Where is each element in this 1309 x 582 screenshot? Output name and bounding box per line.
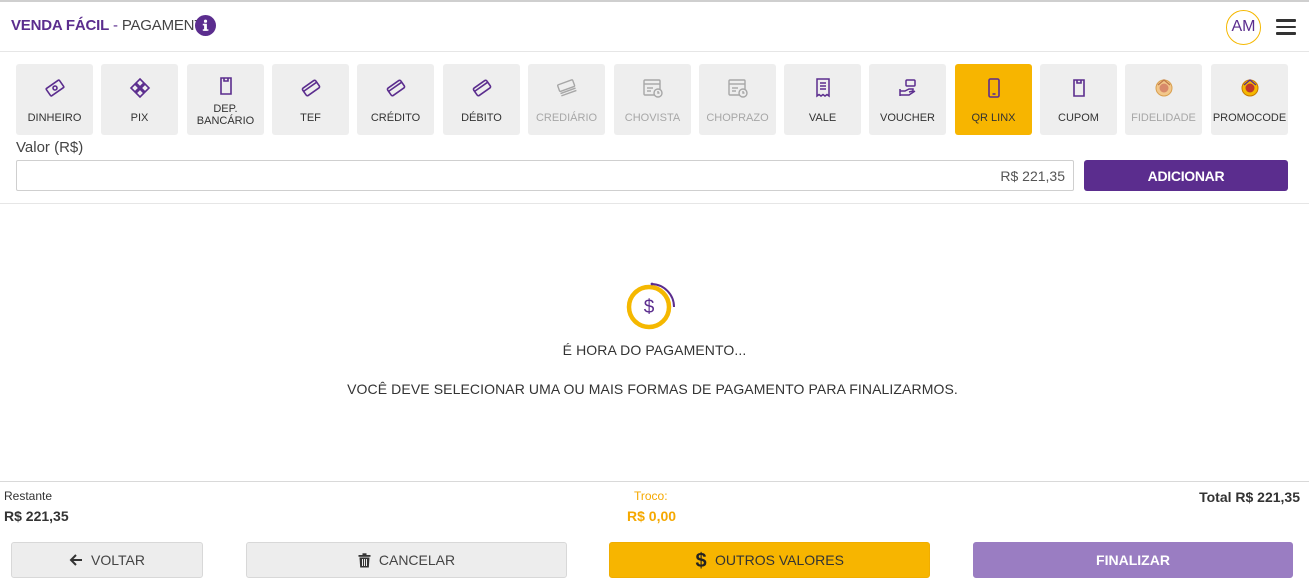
payment-method-tef[interactable]: TEF xyxy=(272,64,349,135)
cancelar-label: CANCELAR xyxy=(378,552,456,568)
promocode-icon xyxy=(1211,77,1288,99)
outros-valores-button[interactable]: $ OUTROS VALORES xyxy=(609,542,930,578)
dollar-icon: $ xyxy=(695,550,706,570)
page-title: VENDA FÁCIL - PAGAMENTO xyxy=(11,17,215,34)
voucher-receipt-icon xyxy=(784,77,861,99)
empty-state-title: É HORA DO PAGAMENTO... xyxy=(562,342,747,358)
check-clock-icon xyxy=(699,77,776,99)
payment-methods: DINHEIRO PIX DEP. BANCÁRIO TEF CRÉDITO DÉ… xyxy=(16,64,1291,136)
receipt-icon xyxy=(187,75,264,97)
mobile-phone-icon xyxy=(955,77,1032,99)
payment-method-fidelidade[interactable]: FIDELIDADE xyxy=(1125,64,1202,135)
payment-method-label: VOUCHER xyxy=(879,112,935,124)
payment-method-label: DINHEIRO xyxy=(27,112,82,124)
payment-method-label: QR LINX xyxy=(971,112,1016,124)
payment-method-label: CHOVISTA xyxy=(624,112,681,124)
payment-method-label: CRÉDITO xyxy=(370,112,421,124)
info-icon[interactable] xyxy=(195,15,216,36)
hamburger-menu-icon[interactable] xyxy=(1276,19,1296,35)
payment-method-debito[interactable]: DÉBITO xyxy=(443,64,520,135)
arrow-left-icon xyxy=(69,554,83,566)
payment-method-label: PIX xyxy=(130,112,149,124)
payment-method-dep-bancario[interactable]: DEP. BANCÁRIO xyxy=(187,64,264,135)
payment-method-promocode[interactable]: PROMOCODE xyxy=(1211,64,1288,135)
restante-label: Restante xyxy=(4,489,53,503)
payment-method-label: CREDIÁRIO xyxy=(535,112,598,124)
valor-label: Valor (R$) xyxy=(16,139,84,156)
payment-method-chovista[interactable]: CHOVISTA xyxy=(614,64,691,135)
label-line-2: BANCÁRIO xyxy=(196,115,255,127)
card-icon xyxy=(443,77,520,99)
loyalty-icon xyxy=(1125,77,1202,99)
svg-text:$: $ xyxy=(695,550,706,570)
finalizar-label: FINALIZAR xyxy=(1096,552,1170,568)
total-value: Total R$ 221,35 xyxy=(1199,489,1300,505)
voltar-button[interactable]: VOLTAR xyxy=(11,542,203,578)
adicionar-button[interactable]: ADICIONAR xyxy=(1084,160,1288,191)
payment-method-cupom[interactable]: CUPOM xyxy=(1040,64,1117,135)
payment-method-qr-linx[interactable]: QR LINX xyxy=(955,64,1032,135)
payment-method-label: DÉBITO xyxy=(461,112,502,124)
payment-method-label: TEF xyxy=(300,112,321,124)
cash-icon xyxy=(16,77,93,99)
hand-ticket-icon xyxy=(869,77,946,99)
card-icon xyxy=(357,77,434,99)
payment-method-pix[interactable]: PIX xyxy=(101,64,178,135)
payment-method-dinheiro[interactable]: DINHEIRO xyxy=(16,64,93,135)
money-stack-icon xyxy=(528,77,605,99)
svg-text:$: $ xyxy=(644,297,655,318)
cancelar-button[interactable]: CANCELAR xyxy=(246,542,567,578)
card-icon xyxy=(272,77,349,99)
payment-method-label: DEP. BANCÁRIO xyxy=(187,103,264,127)
empty-state-message: VOCÊ DEVE SELECIONAR UMA OU MAIS FORMAS … xyxy=(347,381,958,397)
payment-method-label: CHOPRAZO xyxy=(706,112,769,124)
pix-icon xyxy=(101,77,178,99)
title-separator: - xyxy=(109,17,122,34)
payment-method-crediario[interactable]: CREDIÁRIO xyxy=(528,64,605,135)
app-name: VENDA FÁCIL xyxy=(11,17,110,34)
trash-icon xyxy=(358,552,371,567)
troco-label: Troco: xyxy=(634,489,668,503)
payment-method-choprazo[interactable]: CHOPRAZO xyxy=(699,64,776,135)
restante-value: R$ 221,35 xyxy=(4,508,69,524)
payment-method-label: CUPOM xyxy=(1058,112,1099,124)
check-clock-icon xyxy=(614,77,691,99)
payment-method-vale[interactable]: VALE xyxy=(784,64,861,135)
finalizar-button[interactable]: FINALIZAR xyxy=(973,542,1293,578)
divider xyxy=(0,203,1309,204)
payment-method-label: PROMOCODE xyxy=(1212,112,1287,124)
troco-value: R$ 0,00 xyxy=(627,508,677,524)
dollar-coin-icon: $ xyxy=(624,281,678,331)
valor-input[interactable] xyxy=(16,160,1074,191)
payment-method-label: VALE xyxy=(808,112,837,124)
outros-valores-label: OUTROS VALORES xyxy=(715,552,844,568)
header: VENDA FÁCIL - PAGAMENTO AM xyxy=(0,2,1309,52)
divider xyxy=(0,481,1309,482)
payment-method-voucher[interactable]: VOUCHER xyxy=(869,64,946,135)
avatar[interactable]: AM xyxy=(1226,10,1261,45)
payment-method-label: FIDELIDADE xyxy=(1131,112,1196,124)
coupon-icon xyxy=(1040,77,1117,99)
payment-method-credito[interactable]: CRÉDITO xyxy=(357,64,434,135)
label-line-1: DEP. xyxy=(213,103,238,115)
voltar-label: VOLTAR xyxy=(91,552,145,568)
